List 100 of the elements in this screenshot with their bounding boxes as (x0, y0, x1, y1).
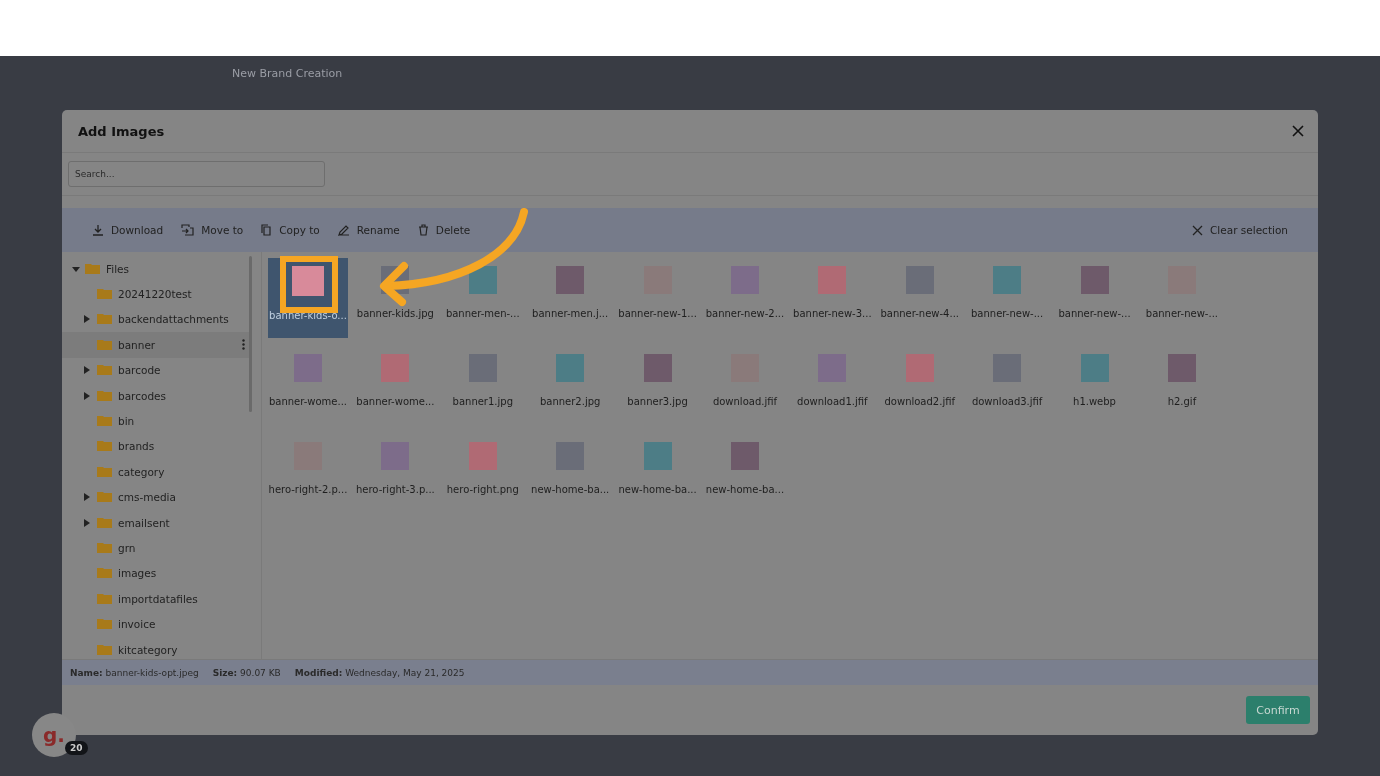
file-tile[interactable]: banner-wome... (268, 346, 348, 426)
file-tile[interactable]: download1.jfif (792, 346, 873, 426)
file-tile[interactable]: banner-kids.jpg (355, 258, 436, 338)
file-name: banner-new-... (1058, 308, 1131, 319)
file-tile[interactable]: banner-new-... (1141, 258, 1222, 338)
photo-placeholder (730, 266, 759, 294)
caret-icon[interactable] (84, 518, 90, 527)
copy-button[interactable]: Copy to (253, 216, 330, 244)
photo-placeholder (818, 354, 847, 382)
file-tile[interactable]: banner-men.j... (530, 258, 611, 338)
file-tile[interactable]: banner-new-... (1054, 258, 1135, 338)
tree-item[interactable]: emailsent (62, 509, 251, 536)
tree-item[interactable]: 20241220test (62, 281, 251, 307)
search-field[interactable]: Search... (68, 161, 325, 187)
file-tile[interactable]: download3.jfif (967, 346, 1048, 426)
file-name: banner3.jpg (627, 396, 688, 407)
caret-icon[interactable] (84, 493, 90, 502)
file-name: banner-men.j... (532, 308, 609, 319)
tree-item[interactable]: kitcategory (62, 636, 251, 659)
file-name: banner-new-... (1145, 308, 1218, 319)
file-tile[interactable]: banner-new-... (967, 258, 1048, 338)
tree-item[interactable]: importdatafiles (62, 586, 251, 612)
file-tile[interactable]: new-home-ba... (617, 434, 698, 514)
tree-item[interactable]: grn (62, 535, 251, 561)
file-tile[interactable]: h2.gif (1141, 346, 1222, 426)
folder-icon (97, 592, 113, 605)
folder-icon (97, 491, 113, 504)
tree-item[interactable]: barcodes (62, 382, 251, 409)
file-name: banner-new-3... (793, 308, 872, 319)
caret-icon[interactable] (84, 315, 90, 324)
caret-icon[interactable] (72, 264, 80, 273)
file-name: download1.jfif (797, 396, 868, 407)
photo-placeholder (818, 266, 847, 294)
photo-placeholder (468, 442, 497, 470)
folder-icon (97, 415, 113, 428)
file-tile[interactable]: banner-new-2... (704, 258, 785, 338)
file-name: banner-new-... (971, 308, 1044, 319)
caret-icon[interactable] (84, 391, 90, 400)
file-tile[interactable]: download.jfif (704, 346, 785, 426)
file-tile[interactable]: banner-new-3... (792, 258, 873, 338)
rename-button[interactable]: Rename (329, 216, 410, 244)
file-name: banner-kids-o... (269, 310, 347, 321)
folder-icon (97, 542, 113, 554)
confirm-button[interactable]: Confirm (1246, 696, 1310, 724)
file-tile[interactable]: h1.webp (1054, 346, 1135, 426)
photo-placeholder (381, 354, 410, 382)
close-icon[interactable] (1292, 125, 1304, 137)
more-icon[interactable] (242, 339, 245, 351)
photo-placeholder (294, 354, 322, 382)
file-name: new-home-ba... (705, 484, 785, 495)
file-tile[interactable]: banner1.jpg (442, 346, 523, 426)
delete-button[interactable]: Delete (409, 216, 481, 244)
file-name: banner-wome... (356, 396, 435, 407)
tree-item[interactable]: images (62, 560, 251, 587)
copy-icon (261, 224, 273, 236)
move-icon (181, 224, 195, 236)
tree-item[interactable]: bin (62, 408, 251, 434)
folder-icon (97, 288, 113, 301)
photo-placeholder (381, 442, 410, 470)
file-tile[interactable]: download2.jfif (879, 346, 960, 426)
file-name: hero-right.png (446, 484, 519, 495)
folder-icon (97, 516, 113, 529)
tree-item[interactable]: banner (62, 332, 251, 358)
download-button[interactable]: Download (84, 216, 174, 244)
file-tile[interactable]: banner-new-4... (879, 258, 960, 338)
caret-icon[interactable] (84, 366, 90, 375)
file-tile[interactable]: banner3.jpg (617, 346, 698, 426)
clear-selection-button[interactable]: Clear selection (1184, 216, 1298, 244)
file-tile[interactable]: banner-wome... (355, 346, 436, 426)
tree-item[interactable]: brands (62, 433, 251, 460)
trash-icon (417, 224, 429, 236)
move-button[interactable]: Move to (173, 216, 254, 244)
tree-item[interactable]: Files (62, 256, 261, 282)
photo-placeholder (468, 354, 497, 382)
tree-item[interactable]: cms-media (62, 484, 251, 510)
photo-placeholder (643, 354, 672, 382)
file-name: banner2.jpg (539, 396, 601, 407)
file-tile[interactable]: banner-new-1... (617, 258, 698, 338)
file-tile[interactable]: hero-right.png (442, 434, 523, 514)
dialog-title: Add Images (78, 123, 165, 139)
highlight-frame (280, 256, 338, 313)
photo-placeholder (1080, 266, 1109, 294)
file-name: banner-wome... (268, 396, 348, 407)
file-name: new-home-ba... (531, 484, 610, 495)
file-tile[interactable]: hero-right-3.p... (355, 434, 436, 514)
file-name: download.jfif (712, 396, 777, 407)
tree-item[interactable]: backendattachments (62, 306, 251, 333)
photo-placeholder (1080, 354, 1109, 382)
file-tile[interactable]: banner2.jpg (530, 346, 611, 426)
file-name: banner-new-2... (705, 308, 785, 319)
file-tile[interactable]: banner-men-... (442, 258, 523, 338)
photo-placeholder (292, 266, 324, 296)
tree-item[interactable]: invoice (62, 611, 251, 637)
folder-icon (97, 618, 113, 631)
file-tile[interactable]: new-home-ba... (530, 434, 611, 514)
file-tile[interactable]: new-home-ba... (704, 434, 785, 514)
tree-item[interactable]: category (62, 459, 251, 485)
tree-item[interactable]: barcode (62, 357, 251, 383)
file-tile[interactable]: hero-right-2.p... (268, 434, 348, 514)
folder-icon (97, 338, 113, 351)
